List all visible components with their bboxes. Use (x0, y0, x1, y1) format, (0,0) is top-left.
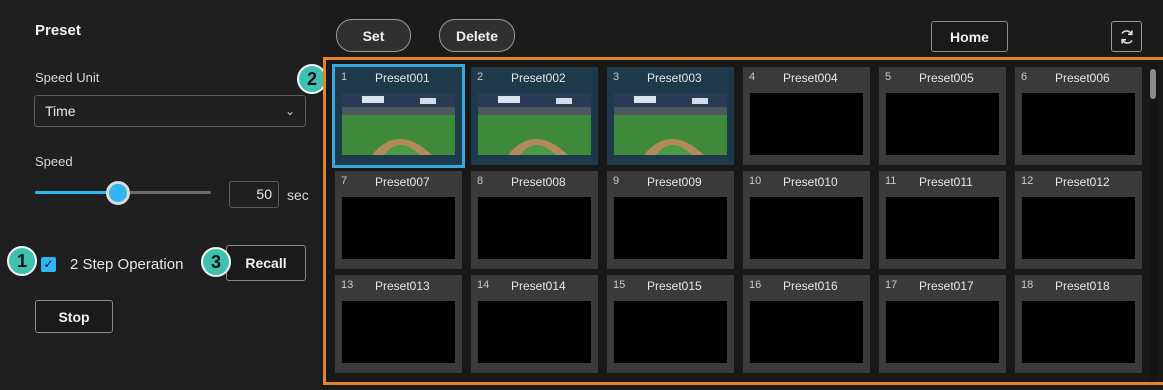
set-button[interactable]: Set (336, 19, 411, 52)
preset-number: 4 (749, 71, 756, 83)
preset-tile[interactable]: 8 Preset008 (471, 171, 598, 269)
preset-number: 3 (613, 71, 620, 83)
preset-number: 9 (613, 175, 620, 187)
preset-tile[interactable]: 1 Preset001 (332, 64, 465, 168)
preset-tile[interactable]: 13 Preset013 (335, 275, 462, 373)
refresh-button[interactable] (1111, 21, 1142, 52)
speed-slider[interactable] (35, 181, 211, 205)
stop-button[interactable]: Stop (35, 300, 113, 333)
preset-tile[interactable]: 11 Preset011 (879, 171, 1006, 269)
chevron-down-icon: ⌄ (284, 104, 295, 118)
panel-title: Preset (35, 22, 81, 39)
speed-unit-label: Speed Unit (35, 70, 100, 85)
preset-thumbnail (750, 93, 863, 155)
preset-name: Preset010 (783, 175, 838, 189)
preset-name: Preset018 (1055, 279, 1110, 293)
two-step-checkbox[interactable]: ✓ (41, 257, 56, 272)
preset-tile[interactable]: 2 Preset002 (471, 67, 598, 165)
speed-label: Speed (35, 154, 73, 169)
home-button[interactable]: Home (931, 21, 1008, 52)
preset-name: Preset004 (783, 71, 838, 85)
preset-thumbnail (886, 93, 999, 155)
preset-tile[interactable]: 15 Preset015 (607, 275, 734, 373)
preset-name: Preset011 (919, 175, 973, 189)
preset-tile[interactable]: 4 Preset004 (743, 67, 870, 165)
preset-number: 17 (885, 279, 898, 291)
preset-thumbnail (1022, 301, 1135, 363)
preset-name: Preset016 (783, 279, 838, 293)
speed-input[interactable]: 50 (229, 181, 279, 208)
preset-tile[interactable]: 3 Preset003 (607, 67, 734, 165)
preset-thumbnail (750, 197, 863, 259)
preset-tile[interactable]: 7 Preset007 (335, 171, 462, 269)
two-step-label: 2 Step Operation (70, 256, 184, 273)
slider-thumb[interactable] (105, 181, 130, 205)
delete-button[interactable]: Delete (439, 19, 515, 52)
preset-number: 10 (749, 175, 762, 187)
preset-name: Preset015 (647, 279, 702, 293)
preset-thumbnail (1022, 93, 1135, 155)
scrollbar-thumb[interactable] (1150, 69, 1156, 99)
preset-name: Preset014 (511, 279, 566, 293)
preset-thumbnail (342, 197, 455, 259)
stadium-thumbnail (614, 93, 727, 155)
grid-scrollbar[interactable] (1149, 63, 1157, 381)
preset-number: 11 (885, 175, 897, 187)
preset-tile[interactable]: 18 Preset018 (1015, 275, 1142, 373)
preset-thumbnail (478, 93, 591, 155)
preset-thumbnail (614, 301, 727, 363)
callout-marker-3: 3 (201, 247, 231, 277)
preset-name: Preset001 (375, 71, 430, 85)
preset-thumbnail (614, 197, 727, 259)
preset-name: Preset003 (647, 71, 702, 85)
preset-name: Preset012 (1055, 175, 1110, 189)
callout-marker-1: 1 (7, 246, 37, 276)
preset-number: 1 (341, 71, 348, 83)
preset-name: Preset005 (919, 71, 974, 85)
preset-number: 14 (477, 279, 490, 291)
preset-name: Preset009 (647, 175, 702, 189)
preset-number: 7 (341, 175, 348, 187)
preset-number: 18 (1021, 279, 1034, 291)
preset-name: Preset008 (511, 175, 566, 189)
preset-number: 8 (477, 175, 484, 187)
preset-thumbnail (478, 301, 591, 363)
preset-tile[interactable]: 5 Preset005 (879, 67, 1006, 165)
preset-name: Preset013 (375, 279, 430, 293)
preset-tile[interactable]: 14 Preset014 (471, 275, 598, 373)
preset-number: 15 (613, 279, 626, 291)
preset-thumbnail (342, 301, 455, 363)
preset-tile[interactable]: 17 Preset017 (879, 275, 1006, 373)
preset-name: Preset002 (511, 71, 566, 85)
preset-tile[interactable]: 9 Preset009 (607, 171, 734, 269)
preset-name: Preset017 (919, 279, 974, 293)
recall-button[interactable]: Recall (226, 245, 306, 281)
preset-tile[interactable]: 12 Preset012 (1015, 171, 1142, 269)
refresh-icon (1120, 29, 1133, 44)
preset-tile[interactable]: 16 Preset016 (743, 275, 870, 373)
preset-thumbnail (886, 301, 999, 363)
preset-thumbnail (478, 197, 591, 259)
preset-name: Preset006 (1055, 71, 1110, 85)
stadium-thumbnail (342, 93, 455, 155)
stadium-thumbnail (478, 93, 591, 155)
speed-unit-value: Time (45, 103, 76, 119)
preset-number: 5 (885, 71, 892, 83)
preset-tile[interactable]: 6 Preset006 (1015, 67, 1142, 165)
preset-thumbnail (1022, 197, 1135, 259)
preset-thumbnail (614, 93, 727, 155)
preset-thumbnail (342, 93, 455, 155)
preset-number: 6 (1021, 71, 1028, 83)
preset-number: 13 (341, 279, 354, 291)
preset-tile[interactable]: 10 Preset010 (743, 171, 870, 269)
preset-name: Preset007 (375, 175, 430, 189)
preset-number: 16 (749, 279, 762, 291)
speed-unit-suffix: sec (287, 187, 309, 203)
speed-unit-select[interactable]: Time ⌄ (34, 95, 306, 127)
preset-number: 2 (477, 71, 484, 83)
preset-thumbnail (886, 197, 999, 259)
preset-control-panel: Preset Speed Unit Time ⌄ Speed 50 sec ✓ … (0, 0, 320, 390)
preset-thumbnail (750, 301, 863, 363)
preset-number: 12 (1021, 175, 1034, 187)
